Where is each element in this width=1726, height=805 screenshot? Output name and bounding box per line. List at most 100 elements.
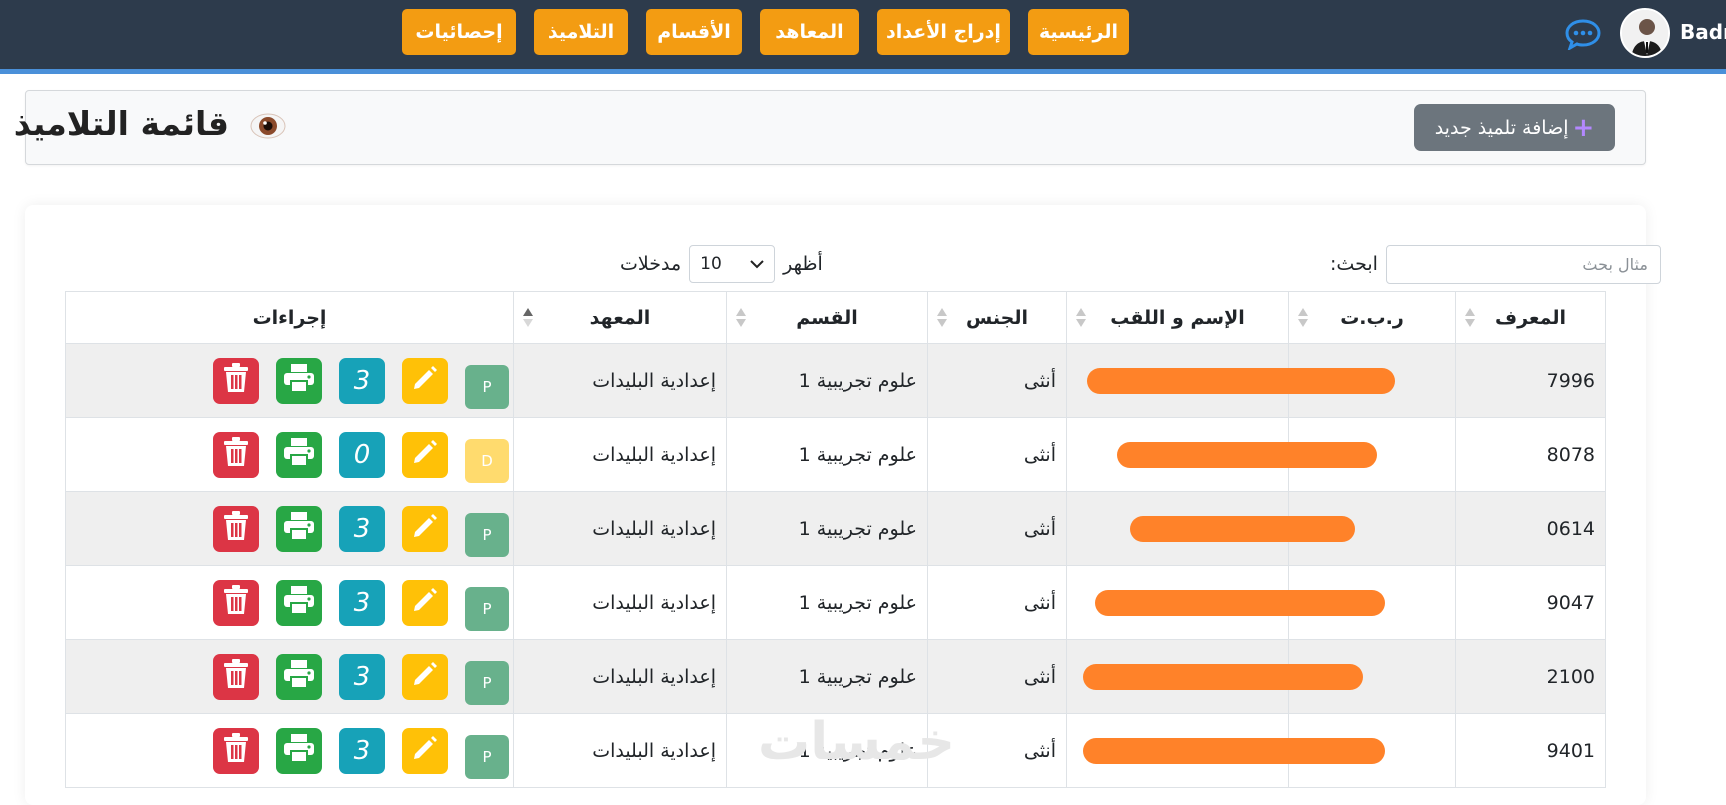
cell-rbt xyxy=(1083,713,1456,788)
status-badge[interactable]: P xyxy=(465,734,509,779)
cell-school: إعدادية البليدات xyxy=(513,343,727,418)
delete-button[interactable] xyxy=(213,505,259,552)
cell-school: إعدادية البليدات xyxy=(513,639,727,714)
cell-gender: أنثى xyxy=(927,639,1067,714)
edit-button[interactable] xyxy=(402,357,448,404)
trash-icon xyxy=(223,437,249,472)
delete-button[interactable] xyxy=(213,357,259,404)
delete-button[interactable] xyxy=(213,727,259,774)
column-header-gender[interactable]: الجنس xyxy=(927,291,1067,344)
trash-icon xyxy=(223,659,249,694)
delete-button[interactable] xyxy=(213,653,259,700)
column-header-rbt[interactable]: ر.ب.ت xyxy=(1288,291,1456,344)
edit-button[interactable] xyxy=(402,431,448,478)
grades-count-button[interactable]: 0 xyxy=(339,431,385,478)
page-length-control: أظهر 10 مدخلات xyxy=(620,245,823,283)
pencil-icon xyxy=(411,586,439,619)
edit-button[interactable] xyxy=(402,505,448,552)
cell-id: 9401 xyxy=(1455,713,1606,788)
search-control: :ابحث xyxy=(1330,244,1661,284)
grades-count-button[interactable]: 3 xyxy=(339,357,385,404)
status-badge[interactable]: P xyxy=(465,512,509,557)
pencil-icon xyxy=(411,660,439,693)
table-row: 7996 أنثى علوم تجريبية 1 إعدادية البليدات 3 P xyxy=(65,343,1606,418)
entries-label: مدخلات xyxy=(620,253,682,275)
cell-actions: 3P xyxy=(65,639,514,714)
nav-classes-button[interactable]: الأقسام xyxy=(646,9,742,55)
grades-count-button[interactable]: 3 xyxy=(339,727,385,774)
cell-actions: 0D xyxy=(65,417,514,492)
add-student-label: إضافة تلميذ جديد xyxy=(1434,116,1569,139)
cell-class: علوم تجريبية 1 xyxy=(726,491,928,566)
cell-rbt xyxy=(1095,565,1456,640)
redaction-mask xyxy=(1083,664,1363,690)
trash-icon xyxy=(223,511,249,546)
delete-button[interactable] xyxy=(213,431,259,478)
grades-count-button[interactable]: 3 xyxy=(339,579,385,626)
cell-gender: أنثى xyxy=(927,417,1067,492)
cell-rbt xyxy=(1117,417,1456,492)
search-input[interactable] xyxy=(1385,244,1661,284)
printer-icon xyxy=(283,659,315,694)
status-badge[interactable]: P xyxy=(465,364,509,409)
column-header-school[interactable]: المعهد xyxy=(513,291,727,344)
print-button[interactable] xyxy=(276,505,322,552)
sort-icon xyxy=(936,308,948,328)
table-row: 0614 أنثى علوم تجريبية 1 إعدادية البليدات 3 P xyxy=(65,491,1606,566)
table-header-row: المعرف ر.ب.ت الإسم و اللقب الجنس القسم ا… xyxy=(65,291,1606,344)
table-row: 9401 أنثى علوم تجريبية 1 إعدادية البليدات 3 P xyxy=(65,713,1606,788)
cell-id: 8078 xyxy=(1455,417,1606,492)
cell-class: علوم تجريبية 1 xyxy=(726,713,928,788)
status-badge[interactable]: P xyxy=(465,660,509,705)
status-badge[interactable]: D xyxy=(465,438,509,483)
print-button[interactable] xyxy=(276,357,322,404)
print-button[interactable] xyxy=(276,727,322,774)
page-title: قائمة التلاميذ xyxy=(13,104,229,143)
grades-count-button[interactable]: 3 xyxy=(339,653,385,700)
sort-asc-icon xyxy=(522,308,534,328)
add-student-button[interactable]: + إضافة تلميذ جديد xyxy=(1414,104,1615,151)
nav-home-button[interactable]: الرئيسية xyxy=(1028,9,1129,55)
cell-id: 2100 xyxy=(1455,639,1606,714)
nav-schools-button[interactable]: المعاهد xyxy=(760,9,859,55)
pencil-icon xyxy=(411,734,439,767)
edit-button[interactable] xyxy=(402,579,448,626)
nav-students-button[interactable]: التلاميذ xyxy=(534,9,628,55)
nav-enter-grades-button[interactable]: إدراج الأعداد xyxy=(877,9,1010,55)
status-badge[interactable]: P xyxy=(465,586,509,631)
nav-statistics-button[interactable]: إحصائيات xyxy=(402,9,516,55)
cell-gender: أنثى xyxy=(927,565,1067,640)
cell-class: علوم تجريبية 1 xyxy=(726,565,928,640)
column-header-id[interactable]: المعرف xyxy=(1455,291,1606,344)
print-button[interactable] xyxy=(276,653,322,700)
pencil-icon xyxy=(411,364,439,397)
column-header-name[interactable]: الإسم و اللقب xyxy=(1066,291,1289,344)
cell-actions: 3P xyxy=(65,713,514,788)
user-name[interactable]: Badr xyxy=(1680,20,1726,44)
table-row: 9047 أنثى علوم تجريبية 1 إعدادية البليدات 3 P xyxy=(65,565,1606,640)
chat-bubble-icon[interactable] xyxy=(1564,18,1602,50)
cell-gender: أنثى xyxy=(927,713,1067,788)
sort-icon xyxy=(1075,308,1087,328)
table-row: 2100 أنثى علوم تجريبية 1 إعدادية البليدات 3 P xyxy=(65,639,1606,714)
pencil-icon xyxy=(411,512,439,545)
delete-button[interactable] xyxy=(213,579,259,626)
cell-gender: أنثى xyxy=(927,343,1067,418)
print-button[interactable] xyxy=(276,579,322,626)
pencil-icon xyxy=(411,438,439,471)
cell-rbt xyxy=(1130,491,1456,566)
redaction-mask xyxy=(1083,738,1385,764)
grades-count-button[interactable]: 3 xyxy=(339,505,385,552)
cell-rbt xyxy=(1087,343,1456,418)
printer-icon xyxy=(283,733,315,768)
user-avatar[interactable] xyxy=(1620,8,1670,58)
edit-button[interactable] xyxy=(402,653,448,700)
page-length-select[interactable]: 10 xyxy=(689,245,776,283)
column-header-actions: إجراءات xyxy=(65,291,514,344)
cell-id: 0614 xyxy=(1455,491,1606,566)
column-header-class[interactable]: القسم xyxy=(726,291,928,344)
print-button[interactable] xyxy=(276,431,322,478)
cell-school: إعدادية البليدات xyxy=(513,565,727,640)
edit-button[interactable] xyxy=(402,727,448,774)
redaction-mask xyxy=(1095,590,1385,616)
